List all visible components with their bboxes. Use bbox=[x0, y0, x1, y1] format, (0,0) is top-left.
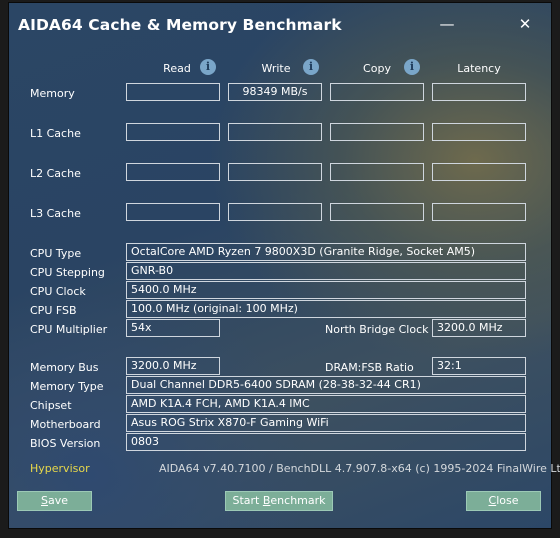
motherboard-value: Asus ROG Strix X870-F Gaming WiFi bbox=[126, 414, 526, 432]
bios-version-value: 0803 bbox=[126, 433, 526, 451]
l3-read-value bbox=[126, 203, 220, 221]
hypervisor-link[interactable]: Hypervisor bbox=[30, 462, 90, 475]
l2-read-value bbox=[126, 163, 220, 181]
north-bridge-clock-value: 3200.0 MHz bbox=[432, 319, 526, 337]
l2-copy-value bbox=[330, 163, 424, 181]
motherboard-label: Motherboard bbox=[30, 418, 101, 431]
l1-read-value bbox=[126, 123, 220, 141]
minimize-icon[interactable]: — bbox=[425, 9, 469, 39]
memory-bus-label: Memory Bus bbox=[30, 361, 99, 374]
memory-copy-value bbox=[330, 83, 424, 101]
cpu-stepping-label: CPU Stepping bbox=[30, 266, 105, 279]
l1-copy-value bbox=[330, 123, 424, 141]
cpu-type-label: CPU Type bbox=[30, 247, 82, 260]
bios-version-label: BIOS Version bbox=[30, 437, 101, 450]
row-label-l3-cache: L3 Cache bbox=[30, 207, 81, 220]
row-label-l1-cache: L1 Cache bbox=[30, 127, 81, 140]
l2-write-value bbox=[228, 163, 322, 181]
version-text: AIDA64 v7.40.7100 / BenchDLL 4.7.907.8-x… bbox=[159, 462, 560, 475]
cpu-multiplier-value: 54x bbox=[126, 319, 220, 337]
title-bar[interactable]: AIDA64 Cache & Memory Benchmark — ✕ bbox=[9, 3, 551, 47]
chipset-value: AMD K1A.4 FCH, AMD K1A.4 IMC bbox=[126, 395, 526, 413]
start-benchmark-label-pre: Start bbox=[232, 494, 263, 507]
row-label-memory: Memory bbox=[30, 87, 75, 100]
cpu-multiplier-label: CPU Multiplier bbox=[30, 323, 108, 336]
cpu-clock-value: 5400.0 MHz bbox=[126, 281, 526, 299]
close-button-label: lose bbox=[496, 494, 519, 507]
dram-fsb-ratio-value: 32:1 bbox=[432, 357, 526, 375]
cpu-fsb-value: 100.0 MHz (original: 100 MHz) bbox=[126, 300, 526, 318]
column-header-read: Read bbox=[163, 62, 191, 75]
column-header-copy: Copy bbox=[363, 62, 391, 75]
cpu-clock-label: CPU Clock bbox=[30, 285, 86, 298]
north-bridge-clock-label: North Bridge Clock bbox=[325, 323, 429, 336]
l3-copy-value bbox=[330, 203, 424, 221]
close-icon[interactable]: ✕ bbox=[503, 9, 547, 39]
chipset-label: Chipset bbox=[30, 399, 72, 412]
copy-info-icon[interactable]: i bbox=[404, 59, 420, 75]
start-benchmark-label-post: enchmark bbox=[270, 494, 326, 507]
dram-fsb-ratio-label: DRAM:FSB Ratio bbox=[325, 361, 414, 374]
memory-bus-value: 3200.0 MHz bbox=[126, 357, 220, 375]
save-button-label: ave bbox=[47, 494, 68, 507]
l1-write-value bbox=[228, 123, 322, 141]
write-info-icon[interactable]: i bbox=[303, 59, 319, 75]
column-header-latency: Latency bbox=[457, 62, 501, 75]
save-button-mnemonic: S bbox=[40, 494, 48, 507]
row-label-l2-cache: L2 Cache bbox=[30, 167, 81, 180]
close-button[interactable]: Close bbox=[466, 491, 541, 511]
read-info-icon[interactable]: i bbox=[200, 59, 216, 75]
cpu-fsb-label: CPU FSB bbox=[30, 304, 77, 317]
l2-latency-value bbox=[432, 163, 526, 181]
save-button[interactable]: Save bbox=[17, 491, 92, 511]
benchmark-window: AIDA64 Cache & Memory Benchmark — ✕ Read… bbox=[8, 2, 560, 529]
memory-write-value: 98349 MB/s bbox=[228, 83, 322, 101]
memory-type-value: Dual Channel DDR5-6400 SDRAM (28-38-32-4… bbox=[126, 376, 526, 394]
window-title: AIDA64 Cache & Memory Benchmark bbox=[18, 16, 342, 34]
l3-latency-value bbox=[432, 203, 526, 221]
l3-write-value bbox=[228, 203, 322, 221]
memory-read-value bbox=[126, 83, 220, 101]
start-benchmark-button[interactable]: Start Benchmark bbox=[225, 491, 333, 511]
memory-type-label: Memory Type bbox=[30, 380, 104, 393]
memory-latency-value bbox=[432, 83, 526, 101]
cpu-type-value: OctalCore AMD Ryzen 7 9800X3D (Granite R… bbox=[126, 243, 526, 261]
column-header-write: Write bbox=[261, 62, 291, 75]
cpu-stepping-value: GNR-B0 bbox=[126, 262, 526, 280]
l1-latency-value bbox=[432, 123, 526, 141]
